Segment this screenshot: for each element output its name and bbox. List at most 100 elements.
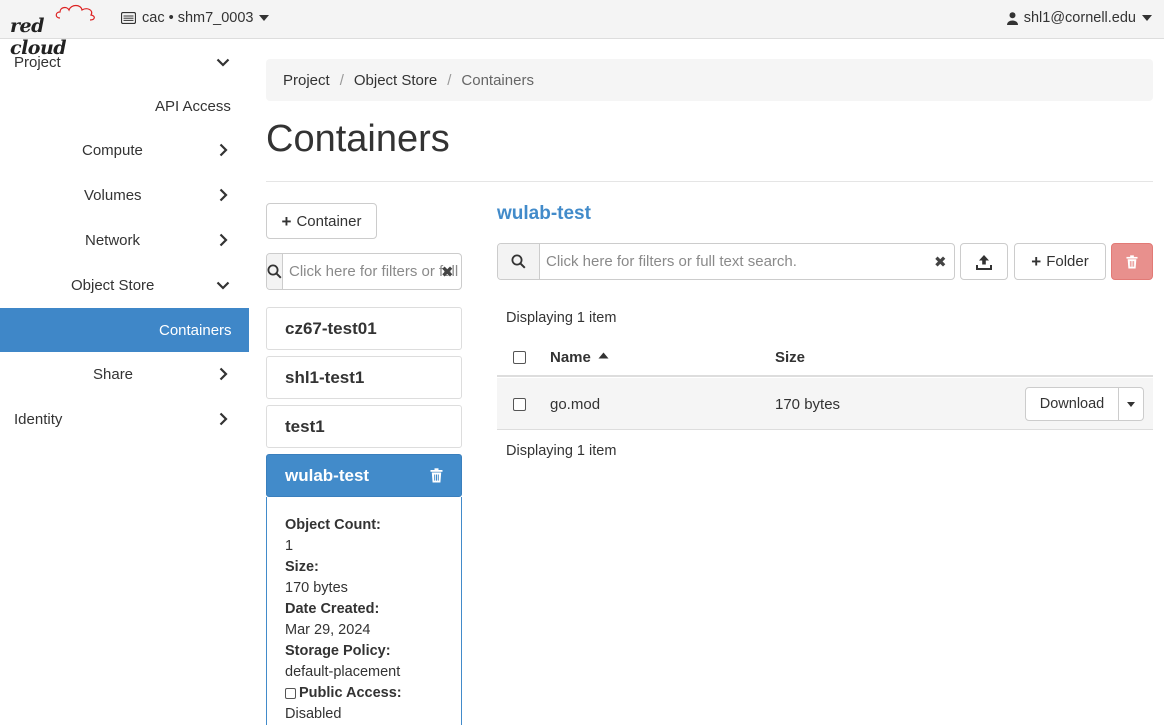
container-name-link[interactable]: wulab-test [497, 203, 591, 225]
public-access-row: Public Access: [285, 683, 461, 704]
chevron-right-icon [219, 233, 228, 247]
add-container-button[interactable]: + Container [266, 203, 377, 239]
sidebar-item-label: API Access [155, 97, 231, 115]
delete-objects-button[interactable] [1111, 243, 1153, 280]
caret-down-icon [1127, 401, 1135, 407]
size-label: Size: [285, 559, 319, 575]
column-name-label: Name [550, 349, 591, 366]
object-count-label: Object Count: [285, 517, 381, 533]
container-search: ✖ [266, 253, 462, 290]
container-item-name: wulab-test [285, 465, 370, 485]
sidebar-item-containers[interactable]: Containers [0, 308, 249, 352]
sidebar-item-project[interactable]: Project [0, 40, 249, 84]
breadcrumb-separator: / [447, 71, 452, 89]
sidebar-item-label: Compute [82, 141, 143, 159]
sidebar-item-share[interactable]: Share [0, 352, 249, 396]
sidebar-item-volumes[interactable]: Volumes [0, 173, 249, 217]
top-navbar: red cloud cac • shm7_0003 shl1@cornell.e… [0, 0, 1164, 59]
column-header-name[interactable]: Name [550, 349, 609, 366]
upload-button[interactable] [960, 243, 1008, 280]
user-email: shl1@cornell.edu [1023, 10, 1136, 26]
sidebar-item-label: Containers [159, 321, 232, 339]
clear-icon[interactable]: ✖ [441, 254, 454, 289]
search-icon[interactable] [267, 254, 283, 289]
size-value: 170 bytes [285, 580, 348, 596]
caret-down-icon [1142, 15, 1152, 21]
public-access-checkbox[interactable] [285, 688, 296, 699]
container-item-selected[interactable]: wulab-test [266, 454, 462, 497]
breadcrumb-object-store[interactable]: Object Store [354, 72, 437, 89]
sidebar-item-label: Share [93, 365, 134, 383]
add-folder-button[interactable]: + Folder [1014, 243, 1106, 280]
sidebar-item-network[interactable]: Network [0, 218, 249, 262]
breadcrumb: Project / Object Store / Containers [266, 59, 1153, 101]
public-access-label: Public Access: [299, 685, 402, 701]
table-header: Name Size [497, 338, 1153, 377]
container-item-name: test1 [285, 416, 325, 436]
sidebar-item-api-access[interactable]: API Access [0, 84, 249, 128]
date-created-label: Date Created: [285, 601, 380, 617]
caret-down-icon [259, 15, 270, 21]
server-icon [121, 12, 136, 24]
add-folder-label: Folder [1046, 253, 1089, 270]
chevron-right-icon [219, 188, 228, 202]
sidebar-item-label: Object Store [71, 276, 155, 294]
divider [266, 181, 1153, 182]
red-cloud-logo[interactable]: red cloud [8, 3, 103, 59]
container-search-input[interactable] [283, 254, 461, 289]
item-count-top: Displaying 1 item [506, 310, 617, 326]
object-search: ✖ [497, 243, 955, 280]
container-item-name: shl1-test1 [285, 367, 365, 387]
row-checkbox[interactable] [513, 398, 526, 411]
upload-icon [976, 254, 992, 270]
object-name: go.mod [550, 396, 601, 413]
search-icon[interactable] [498, 244, 540, 279]
trash-icon[interactable] [430, 468, 443, 483]
sidebar-item-compute[interactable]: Compute [0, 128, 249, 172]
download-button[interactable]: Download [1025, 387, 1119, 421]
user-icon [1006, 11, 1018, 25]
sidebar-item-label: Network [85, 231, 141, 249]
row-actions-dropdown[interactable] [1119, 387, 1144, 421]
item-count-bottom: Displaying 1 item [506, 443, 617, 459]
chevron-down-icon [216, 281, 230, 290]
plus-icon: + [1031, 252, 1042, 271]
project-switcher[interactable]: cac • shm7_0003 [121, 8, 270, 28]
chevron-right-icon [219, 367, 228, 381]
sort-ascending-icon [598, 352, 609, 359]
breadcrumb-containers: Containers [461, 71, 534, 89]
chevron-down-icon [216, 58, 230, 67]
clear-icon[interactable]: ✖ [934, 244, 947, 279]
chevron-right-icon [219, 143, 228, 157]
row-actions: Download [1025, 387, 1144, 421]
add-container-label: Container [296, 212, 362, 230]
container-details: Object Count: 1 Size: 170 bytes Date Cre… [266, 497, 462, 725]
sidebar-item-label: Identity [14, 410, 63, 428]
breadcrumb-separator: / [339, 71, 344, 89]
container-item[interactable]: cz67-test01 [266, 307, 462, 350]
user-menu[interactable]: shl1@cornell.edu [1006, 8, 1152, 28]
breadcrumb-project[interactable]: Project [283, 72, 330, 89]
container-item[interactable]: test1 [266, 405, 462, 448]
sidebar-item-label: Project [14, 53, 61, 71]
sidebar-item-object-store[interactable]: Object Store [0, 263, 249, 307]
page-title: Containers [266, 118, 450, 160]
trash-icon [1126, 254, 1138, 268]
plus-icon: + [281, 211, 292, 231]
object-search-input[interactable] [540, 244, 954, 279]
column-header-size[interactable]: Size [775, 349, 805, 366]
sidebar-item-identity[interactable]: Identity [0, 397, 249, 441]
storage-policy-label: Storage Policy: [285, 643, 391, 659]
object-count-value: 1 [285, 538, 294, 554]
project-switcher-label: cac • shm7_0003 [142, 10, 254, 26]
public-access-value: Disabled [285, 706, 342, 722]
chevron-right-icon [219, 412, 228, 426]
date-created-value: Mar 29, 2024 [285, 622, 371, 638]
select-all-checkbox[interactable] [513, 351, 526, 364]
object-size: 170 bytes [775, 396, 841, 413]
container-item[interactable]: shl1-test1 [266, 356, 462, 399]
table-row: go.mod 170 bytes Download [497, 378, 1153, 430]
sidebar-item-label: Volumes [84, 186, 142, 204]
container-item-name: cz67-test01 [285, 318, 377, 338]
storage-policy-value: default-placement [285, 664, 401, 680]
